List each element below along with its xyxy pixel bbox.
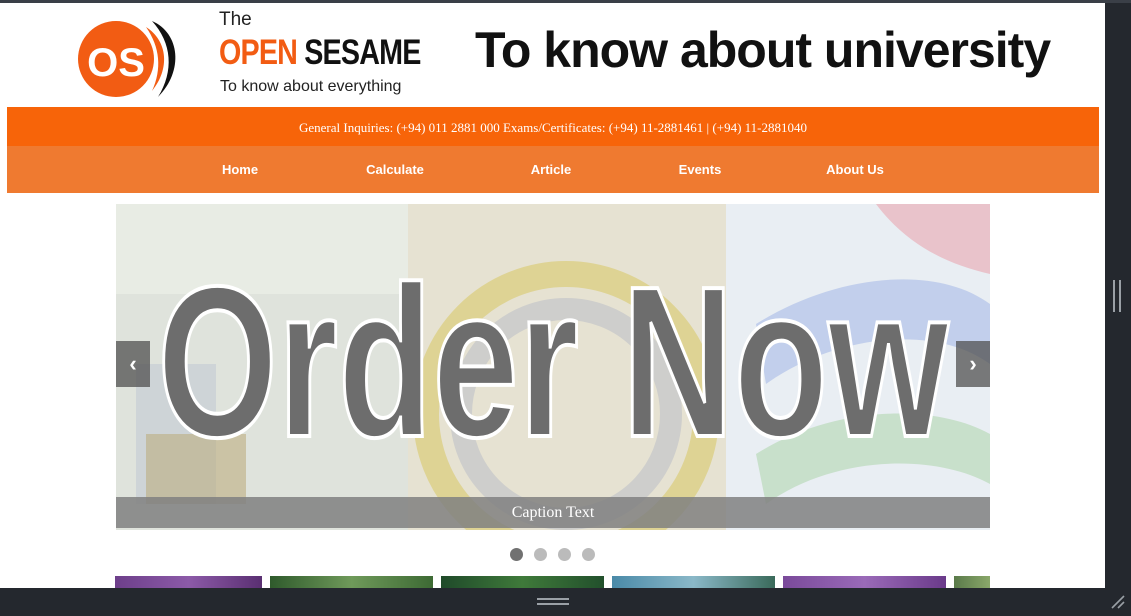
nav-item-calculate[interactable]: Calculate [366,146,424,193]
slide-banner-text: Order Now [156,241,950,482]
contact-info-bar: General Inquiries: (+94) 011 2881 000 Ex… [7,107,1099,149]
thumbnail-6[interactable] [954,576,990,588]
slider-dot-3[interactable] [558,548,571,561]
slider-dot-2[interactable] [534,548,547,561]
brand-name: OPEN SESAME [219,33,421,73]
thumbnail-1[interactable] [115,576,262,588]
chevron-left-icon: ‹ [129,351,137,376]
browser-frame: OS The OPEN SESAME To know about everyth… [0,0,1131,616]
open-sesame-logo[interactable]: OS [76,13,188,103]
nav-item-article[interactable]: Article [531,146,571,193]
brand-name-sesame: SESAME [304,33,421,72]
horizontal-resize-handle[interactable] [537,598,569,605]
thumbnail-2[interactable] [270,576,433,588]
brand-the: The [219,9,252,30]
slider-prev-button[interactable]: ‹ [116,341,150,387]
site-header: OS The OPEN SESAME To know about everyth… [0,3,1105,106]
thumbnail-3[interactable] [441,576,604,588]
slide-caption: Caption Text [116,497,990,528]
chevron-right-icon: › [969,351,977,376]
main-nav: Home Calculate Article Events About Us [7,146,1099,193]
thumbnail-5[interactable] [783,576,946,588]
page-headline: To know about university [475,22,1051,78]
brand-name-open: OPEN [219,33,298,72]
brand-tagline: To know about everything [220,78,402,95]
image-slider: Order Now ‹ › Caption Text [116,204,990,530]
nav-item-about-us[interactable]: About Us [826,146,884,193]
slider-next-button[interactable]: › [956,341,990,387]
slider-dot-1[interactable] [510,548,523,561]
page-viewport: OS The OPEN SESAME To know about everyth… [0,3,1105,588]
thumbnail-strip [115,576,990,588]
resize-grip-icon[interactable] [1108,592,1126,610]
vertical-resize-handle[interactable] [1113,280,1121,312]
logo-monogram: OS [87,41,145,85]
thumbnail-4[interactable] [612,576,775,588]
nav-item-home[interactable]: Home [222,146,258,193]
nav-item-events[interactable]: Events [679,146,722,193]
slider-dot-4[interactable] [582,548,595,561]
